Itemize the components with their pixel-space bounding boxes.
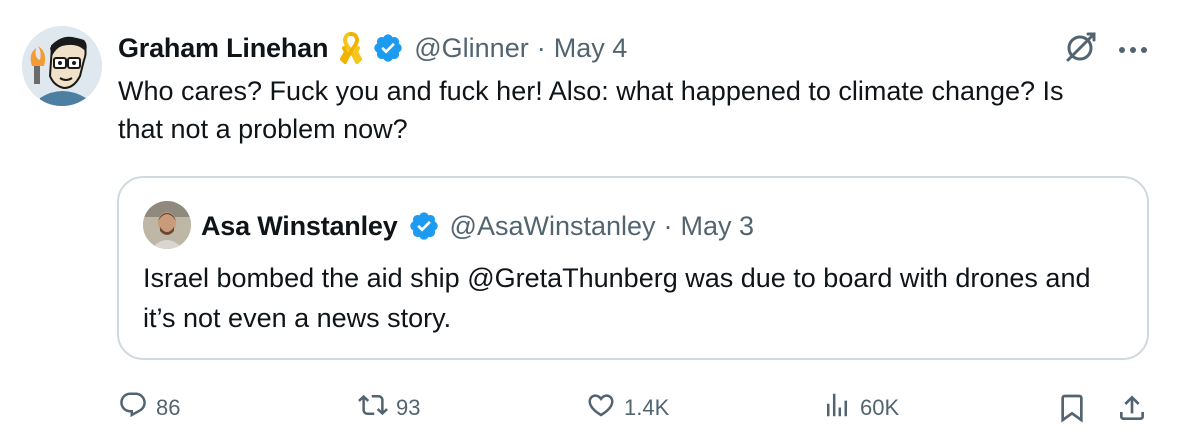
author-avatar[interactable] xyxy=(22,26,102,106)
quoted-text: Israel bombed the aid ship @GretaThunber… xyxy=(143,263,1091,333)
tweet-text: Who cares? Fuck you and fuck her! Also: … xyxy=(118,76,1064,144)
quoted-header: Asa Winstanley @AsaWinstanley · May 3 xyxy=(201,206,754,246)
views-icon xyxy=(822,390,852,426)
repost-button[interactable]: 93 xyxy=(358,386,420,430)
author-name[interactable]: Graham Linehan xyxy=(118,33,328,64)
more-icon[interactable] xyxy=(1118,42,1148,53)
grok-icon[interactable] xyxy=(1064,30,1098,64)
like-button[interactable]: 1.4K xyxy=(586,386,669,430)
like-icon xyxy=(586,390,616,426)
verified-badge-icon[interactable] xyxy=(372,32,404,64)
reply-icon xyxy=(118,390,148,426)
quoted-author-avatar[interactable] xyxy=(143,201,191,249)
views-button[interactable]: 60K xyxy=(822,386,899,430)
quoted-date[interactable]: May 3 xyxy=(681,211,755,242)
action-bar: 86 93 1.4K 60K xyxy=(0,386,1188,430)
quoted-author-name[interactable]: Asa Winstanley xyxy=(201,211,398,242)
tweet-header: Graham Linehan @Glinner · May 4 xyxy=(118,28,627,68)
verified-badge-icon[interactable] xyxy=(408,210,440,242)
quoted-author-handle[interactable]: @AsaWinstanley xyxy=(450,211,656,242)
author-handle[interactable]: @Glinner xyxy=(414,33,528,64)
like-count: 1.4K xyxy=(624,395,670,420)
views-count: 60K xyxy=(860,395,900,420)
reply-button[interactable]: 86 xyxy=(118,386,180,430)
separator-dot: · xyxy=(663,210,673,241)
yellow-ribbon-icon xyxy=(339,32,363,66)
quoted-tweet[interactable]: Asa Winstanley @AsaWinstanley · May 3 Is… xyxy=(117,176,1149,360)
bookmark-icon[interactable] xyxy=(1056,392,1088,424)
share-icon[interactable] xyxy=(1116,392,1148,424)
separator-dot: · xyxy=(536,32,546,63)
repost-count: 93 xyxy=(396,395,421,420)
repost-icon xyxy=(358,390,388,426)
reply-count: 86 xyxy=(156,395,181,420)
tweet[interactable]: Graham Linehan @Glinner · May 4 Who care… xyxy=(0,0,1188,444)
tweet-date[interactable]: May 4 xyxy=(554,33,628,64)
